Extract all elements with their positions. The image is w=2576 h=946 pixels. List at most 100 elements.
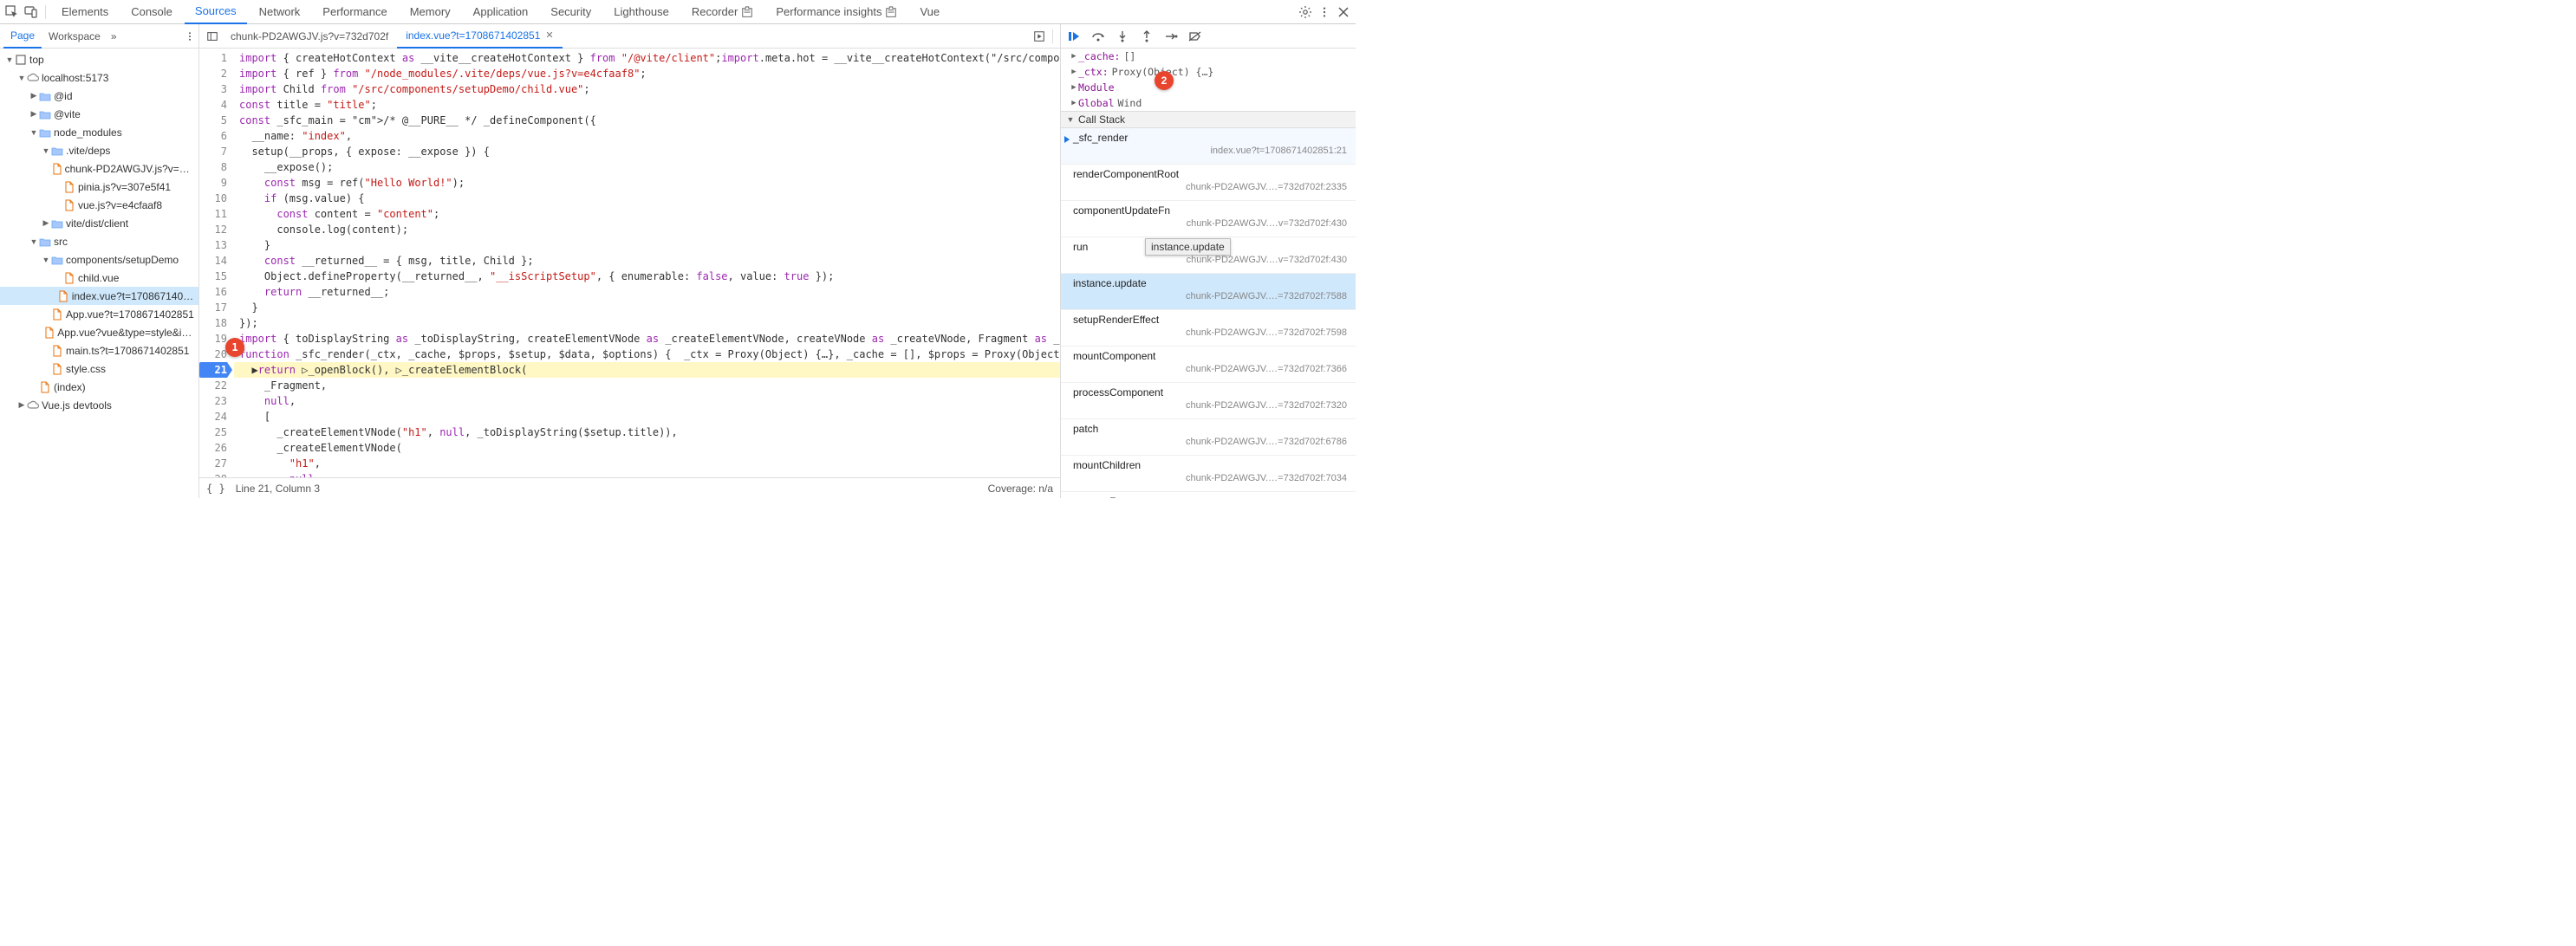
code-line[interactable]: console.log(content); [234,222,1060,237]
deactivate-breakpoints-icon[interactable] [1187,30,1203,42]
callstack-frame[interactable]: processFragmentchunk-PD2AWGJV.…=732d702f… [1061,492,1356,498]
line-number[interactable]: 10 [199,191,227,206]
code-line[interactable]: if (msg.value) { [234,191,1060,206]
resume-icon[interactable] [1066,30,1082,42]
expand-arrow-icon[interactable]: ▼ [29,128,38,137]
expand-arrow-icon[interactable]: ▼ [17,74,26,82]
scope-variables[interactable]: ▶ _cache:[]▶ _ctx:Proxy(Object) {…}▶ Mod… [1061,49,1356,111]
navigator-tab-page[interactable]: Page [3,24,42,49]
line-number[interactable]: 14 [199,253,227,269]
line-number[interactable]: 20 [199,347,227,362]
line-number[interactable]: 12 [199,222,227,237]
device-toolbar-icon[interactable] [23,3,40,21]
code-editor[interactable]: 1234567891011121314151617181920212223242… [199,49,1060,477]
settings-icon[interactable] [1297,3,1314,21]
tree-row[interactable]: (index) [0,378,198,396]
code-line[interactable]: }); [234,315,1060,331]
close-tab-icon[interactable]: ✕ [545,29,553,41]
code-line[interactable]: "h1", [234,456,1060,471]
tree-row[interactable]: main.ts?t=1708671402851 [0,341,198,360]
line-number[interactable]: 4 [199,97,227,113]
code-line[interactable]: function _sfc_render(_ctx, _cache, $prop… [234,347,1060,362]
code-line[interactable]: ▶return ▷_openBlock(), ▷_createElementBl… [234,362,1060,378]
line-number[interactable]: 5 [199,113,227,128]
line-gutter[interactable]: 1234567891011121314151617181920212223242… [199,49,234,477]
line-number[interactable]: 24 [199,409,227,424]
line-number[interactable]: 9 [199,175,227,191]
expand-arrow-icon[interactable]: ▼ [42,256,50,264]
callstack-frame[interactable]: mountComponentchunk-PD2AWGJV.…=732d702f:… [1061,347,1356,383]
tab-console[interactable]: Console [120,0,183,24]
callstack-frame[interactable]: componentUpdateFnchunk-PD2AWGJV.…v=732d7… [1061,201,1356,237]
expand-arrow-icon[interactable]: ▼ [42,146,50,155]
code-line[interactable]: const _sfc_main = "cm">/* @__PURE__ */ _… [234,113,1060,128]
tree-row[interactable]: ▼src [0,232,198,250]
code-line[interactable]: [ [234,409,1060,424]
tree-row[interactable]: ▶@vite [0,105,198,123]
expand-arrow-icon[interactable]: ▶ [42,218,50,228]
callstack-frame[interactable]: instance.updatechunk-PD2AWGJV.…=732d702f… [1061,274,1356,310]
code-line[interactable]: import Child from "/src/components/setup… [234,81,1060,97]
expand-arrow-icon[interactable]: ▼ [5,55,14,64]
code-area[interactable]: import { createHotContext as __vite__cre… [234,49,1060,477]
expand-arrow-icon[interactable]: ▶ [29,109,38,119]
line-number[interactable]: 26 [199,440,227,456]
line-number[interactable]: 19 [199,331,227,347]
callstack-frame[interactable]: _sfc_renderindex.vue?t=1708671402851:21 [1061,128,1356,165]
navigator-more-icon[interactable]: » [111,30,117,42]
line-number[interactable]: 3 [199,81,227,97]
tree-row[interactable]: child.vue [0,269,198,287]
line-number[interactable]: 17 [199,300,227,315]
code-line[interactable]: const content = "content"; [234,206,1060,222]
callstack-frame[interactable]: patchchunk-PD2AWGJV.…=732d702f:6786 [1061,419,1356,456]
code-line[interactable]: import { createHotContext as __vite__cre… [234,50,1060,66]
line-number[interactable]: 28 [199,471,227,477]
code-line[interactable]: } [234,300,1060,315]
close-icon[interactable] [1335,3,1352,21]
tab-memory[interactable]: Memory [400,0,461,24]
tree-row[interactable]: ▶Vue.js devtools [0,396,198,414]
tree-row[interactable]: ▼node_modules [0,123,198,141]
line-number[interactable]: 23 [199,393,227,409]
expand-arrow-icon[interactable]: ▼ [29,237,38,246]
code-line[interactable]: __expose(); [234,159,1060,175]
line-number[interactable]: 7 [199,144,227,159]
code-line[interactable]: __name: "index", [234,128,1060,144]
line-number[interactable]: 18 [199,315,227,331]
code-line[interactable]: const __returned__ = { msg, title, Child… [234,253,1060,269]
code-line[interactable]: return __returned__; [234,284,1060,300]
tab-vue[interactable]: Vue [909,0,950,24]
code-line[interactable]: Object.defineProperty(__returned__, "__i… [234,269,1060,284]
tree-row[interactable]: chunk-PD2AWGJV.js?v=732d702f [0,159,198,178]
code-line[interactable]: null, [234,471,1060,477]
code-line[interactable]: import { ref } from "/node_modules/.vite… [234,66,1060,81]
line-number[interactable]: 1 [199,50,227,66]
tree-row[interactable]: pinia.js?v=307e5f41 [0,178,198,196]
tree-row[interactable]: style.css [0,360,198,378]
tab-sources[interactable]: Sources [185,0,247,24]
scope-row[interactable]: ▶ Module [1061,80,1356,95]
code-line[interactable]: null, [234,393,1060,409]
tab-network[interactable]: Network [249,0,311,24]
expand-arrow-icon[interactable]: ▶ [29,91,38,100]
tree-row[interactable]: ▼localhost:5173 [0,68,198,87]
line-number[interactable]: 11 [199,206,227,222]
step-icon[interactable] [1163,30,1179,42]
tree-row[interactable]: index.vue?t=1708671402851 [0,287,198,305]
line-number[interactable]: 16 [199,284,227,300]
line-number[interactable]: 2 [199,66,227,81]
inspect-icon[interactable] [3,3,21,21]
tree-row[interactable]: ▼components/setupDemo [0,250,198,269]
editor-tab-index[interactable]: index.vue?t=1708671402851 ✕ [397,24,562,49]
tab-security[interactable]: Security [540,0,602,24]
line-number[interactable]: 13 [199,237,227,253]
code-line[interactable]: } [234,237,1060,253]
code-line[interactable]: _createElementVNode("h1", null, _toDispl… [234,424,1060,440]
code-line[interactable]: setup(__props, { expose: __expose }) { [234,144,1060,159]
tab-elements[interactable]: Elements [51,0,119,24]
tree-row[interactable]: ▶@id [0,87,198,105]
more-icon[interactable] [1316,3,1333,21]
step-into-icon[interactable] [1115,30,1130,42]
tree-row[interactable]: vue.js?v=e4cfaaf8 [0,196,198,214]
tree-row[interactable]: ▼top [0,50,198,68]
